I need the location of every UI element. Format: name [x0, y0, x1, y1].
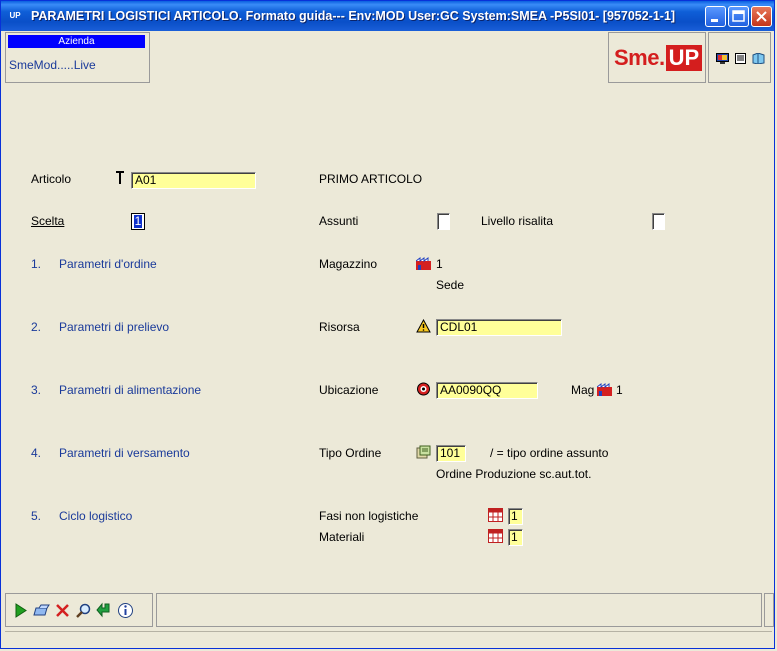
assunti-checkbox[interactable] — [437, 213, 450, 230]
back-icon[interactable] — [96, 602, 113, 619]
magazzino-description: Sede — [436, 278, 465, 292]
table-icon[interactable] — [488, 529, 503, 543]
title-bar[interactable]: UP PARAMETRI LOGISTICI ARTICOLO. Formato… — [1, 1, 774, 31]
menu-item-parametri-prelievo[interactable]: Parametri di prelievo — [59, 320, 169, 334]
application-window: UP PARAMETRI LOGISTICI ARTICOLO. Formato… — [0, 0, 775, 649]
menu-item-1-num: 1. — [31, 257, 42, 271]
tipo-ordine-note: / = tipo ordine assunto — [490, 446, 609, 460]
table-icon[interactable] — [488, 508, 503, 522]
tipo-ordine-label: Tipo Ordine — [319, 446, 382, 460]
top-right-tools — [708, 32, 771, 83]
status-bar — [5, 631, 772, 647]
notes-icon[interactable] — [734, 53, 747, 64]
search-icon[interactable] — [75, 602, 92, 619]
menu-item-2-num: 2. — [31, 320, 42, 334]
tipo-ordine-input[interactable]: 101 — [436, 445, 466, 462]
fasi-non-logistiche-label: Fasi non logistiche — [319, 509, 419, 523]
maximize-button[interactable] — [728, 6, 749, 27]
clear-icon[interactable] — [33, 602, 50, 619]
tipo-ordine-description: Ordine Produzione sc.aut.tot. — [436, 467, 592, 481]
order-type-icon[interactable] — [416, 445, 431, 459]
livello-risalita-checkbox[interactable] — [652, 213, 665, 230]
header-area: Azienda SmeMod.....Live Sme. UP — [5, 32, 772, 85]
minimize-button[interactable] — [705, 6, 726, 27]
articolo-description: PRIMO ARTICOLO — [319, 172, 423, 186]
menu-item-3-num: 3. — [31, 383, 42, 397]
menu-item-ciclo-logistico[interactable]: Ciclo logistico — [59, 509, 132, 523]
warehouse-icon[interactable] — [597, 382, 612, 396]
menu-item-parametri-alimentazione[interactable]: Parametri di alimentazione — [59, 383, 201, 397]
scelta-value: 1 — [134, 214, 142, 228]
menu-item-parametri-ordine[interactable]: Parametri d'ordine — [59, 257, 157, 271]
logo-sme-text: Sme. — [614, 45, 665, 70]
materiali-input[interactable]: 1 — [508, 529, 523, 546]
azienda-box: Azienda SmeMod.....Live — [5, 32, 150, 83]
assunti-label: Assunti — [319, 214, 359, 228]
command-buttons — [5, 593, 153, 627]
articolo-input[interactable]: A01 — [131, 172, 256, 189]
fasi-non-logistiche-input[interactable]: 1 — [508, 508, 523, 525]
app-icon: UP — [9, 11, 21, 20]
location-icon[interactable] — [416, 382, 431, 396]
smeup-logo: Sme. UP — [608, 32, 706, 83]
minimize-icon — [711, 19, 718, 22]
mag-value: 1 — [616, 383, 623, 397]
risorsa-label: Risorsa — [319, 320, 360, 334]
info-icon[interactable] — [117, 602, 134, 619]
azienda-title: Azienda — [8, 35, 145, 48]
scelta-input[interactable]: 1 — [131, 213, 145, 230]
monitor-icon[interactable] — [716, 53, 729, 64]
risorsa-input[interactable]: CDL01 — [436, 319, 562, 336]
azienda-value: SmeMod.....Live — [9, 58, 96, 72]
maximize-icon — [732, 10, 745, 22]
cancel-icon[interactable] — [54, 602, 71, 619]
ubicazione-label: Ubicazione — [319, 383, 379, 397]
menu-item-parametri-versamento[interactable]: Parametri di versamento — [59, 446, 190, 460]
scelta-label: Scelta — [31, 214, 65, 228]
magazzino-value: 1 — [436, 257, 443, 271]
close-button[interactable] — [751, 6, 772, 27]
warning-icon[interactable] — [416, 319, 431, 333]
magazzino-label: Magazzino — [319, 257, 378, 271]
articolo-label: Articolo — [31, 172, 72, 186]
materiali-label: Materiali — [319, 530, 365, 544]
menu-item-4-num: 4. — [31, 446, 42, 460]
ubicazione-input[interactable]: AA0090QQ — [436, 382, 538, 399]
pin-icon[interactable] — [115, 171, 125, 185]
logo-up-text: UP — [665, 45, 703, 71]
close-icon — [756, 11, 767, 22]
mag-label: Mag — [571, 383, 595, 397]
menu-item-5-num: 5. — [31, 509, 42, 523]
book-icon[interactable] — [752, 53, 765, 64]
warehouse-icon[interactable] — [416, 256, 431, 270]
message-area — [156, 593, 762, 627]
bottom-toolbar — [5, 593, 774, 627]
livello-risalita-label: Livello risalita — [481, 214, 554, 228]
execute-icon[interactable] — [12, 602, 29, 619]
message-scrollbar[interactable] — [764, 593, 774, 627]
window-title: PARAMETRI LOGISTICI ARTICOLO. Formato gu… — [31, 9, 676, 23]
